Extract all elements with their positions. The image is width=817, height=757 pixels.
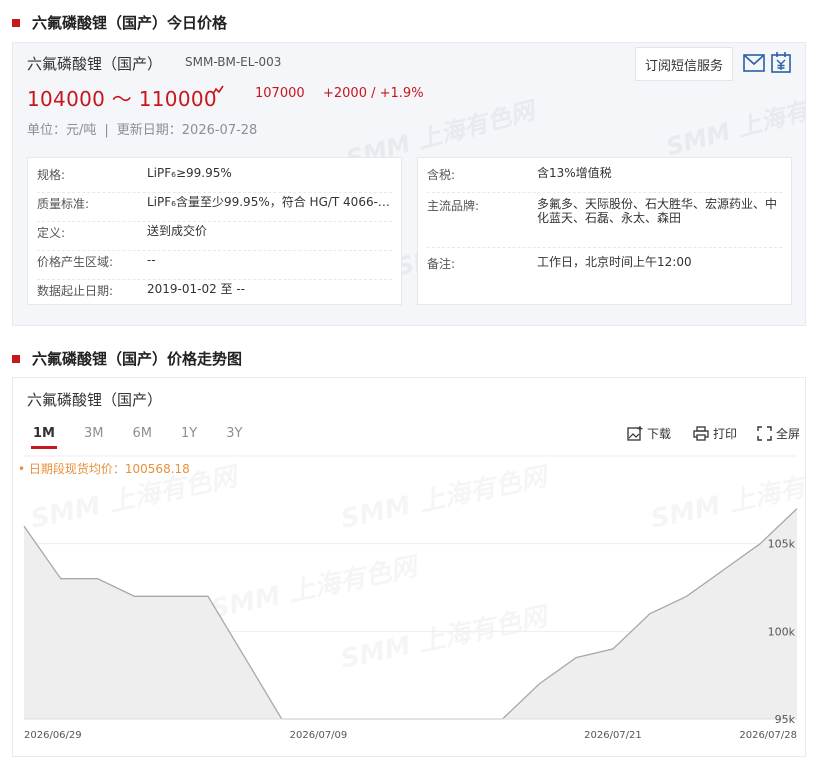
info-key: 备注: xyxy=(427,257,456,271)
info-table-right: 含税: 含13%增值税 主流品牌: 多氟多、天际股份、石大胜华、宏源药业、中化蓝… xyxy=(417,157,792,305)
info-key: 定义: xyxy=(37,226,66,240)
info-key: 含税: xyxy=(427,168,456,182)
meta-separator: | xyxy=(104,123,109,138)
y-tick-label: 100k xyxy=(768,625,796,638)
section-title-price-trend: 六氟磷酸锂（国产）价格走势图 xyxy=(12,348,242,369)
product-name: 六氟磷酸锂（国产） xyxy=(27,55,163,73)
row-divider xyxy=(37,192,392,193)
update-date: 更新日期：2026-07-28 xyxy=(116,123,258,138)
info-table-left: 规格: LiPF₆≥99.95% 质量标准: LiPF₆含量至少99.95%，符… xyxy=(27,157,402,305)
price-range: 104000 ～ 110000 xyxy=(27,87,217,111)
chart-card: 六氟磷酸锂（国产） 1M 3M 6M 1Y 3Y 下载 打印 全屏 • 日期段现… xyxy=(12,377,806,757)
price-trend-chart[interactable]: SMM 上海有色网 SMM 上海有色网 SMM 上海有色网SMM 上海有色网SMM … xyxy=(13,378,806,757)
y-tick-label: 105k xyxy=(768,538,796,551)
x-tick-label: 2026/07/21 xyxy=(584,730,642,741)
row-divider xyxy=(37,221,392,222)
info-value: LiPF₆≥99.95% xyxy=(147,166,232,180)
average-price: 107000 xyxy=(255,86,305,101)
info-value: 工作日，北京时间上午12:00 xyxy=(537,255,692,269)
y-tick-label: 95k xyxy=(775,713,796,726)
row-divider xyxy=(37,250,392,251)
x-tick-label: 2026/07/09 xyxy=(290,730,348,741)
section-title-text: 六氟磷酸锂（国产）价格走势图 xyxy=(32,350,243,368)
x-tick-label: 2026/06/29 xyxy=(24,730,82,741)
mail-icon[interactable] xyxy=(743,54,765,72)
x-tick-label: 2026/07/28 xyxy=(739,730,797,741)
price-card: SMM 上海有色网 SMM 上海有色网 SMM 上海有色网 六氟磷酸锂（国产） … xyxy=(12,42,806,326)
info-value: LiPF₆含量至少99.95%，符合 HG/T 4066-2015 标准 xyxy=(147,195,391,209)
info-key: 规格: xyxy=(37,168,66,182)
calendar-icon[interactable] xyxy=(771,52,791,73)
info-value: 送到成交价 xyxy=(147,224,208,238)
info-value: 含13%增值税 xyxy=(537,166,612,180)
row-divider xyxy=(427,247,782,248)
chart-watermark: SMM 上海有色网 xyxy=(28,461,243,535)
info-key: 数据起止日期: xyxy=(37,284,114,298)
price-up-icon xyxy=(212,85,224,95)
info-key: 主流品牌: xyxy=(427,199,480,213)
watermark: SMM 上海有色网 xyxy=(663,84,806,162)
unit-label: 单位：元/吨 xyxy=(27,123,97,138)
section-title-today-price: 六氟磷酸锂（国产）今日价格 xyxy=(12,12,227,33)
section-marker xyxy=(12,18,20,27)
subscribe-sms-button[interactable]: 订阅短信服务 xyxy=(635,47,733,81)
info-key: 质量标准: xyxy=(37,197,90,211)
section-marker xyxy=(12,354,20,363)
info-value: 2019-01-02 至 -- xyxy=(147,282,246,296)
price-area xyxy=(24,508,797,719)
price-change: +2000 / +1.9% xyxy=(323,86,424,101)
info-value: -- xyxy=(147,253,156,267)
chart-watermark: SMM 上海有色网 xyxy=(338,601,553,675)
row-divider xyxy=(427,192,782,193)
section-title-text: 六氟磷酸锂（国产）今日价格 xyxy=(32,14,228,32)
chart-watermark: SMM 上海有色网 xyxy=(208,551,423,625)
row-divider xyxy=(37,279,392,280)
price-meta: 单位：元/吨 | 更新日期：2026-07-28 xyxy=(27,119,257,138)
chart-watermark: SMM 上海有色网 xyxy=(338,461,553,535)
info-key: 价格产生区域: xyxy=(37,255,114,269)
info-value: 多氟多、天际股份、石大胜华、宏源药业、中化蓝天、石磊、永太、森田 xyxy=(537,197,778,225)
product-code: SMM-BM-EL-003 xyxy=(185,55,282,69)
